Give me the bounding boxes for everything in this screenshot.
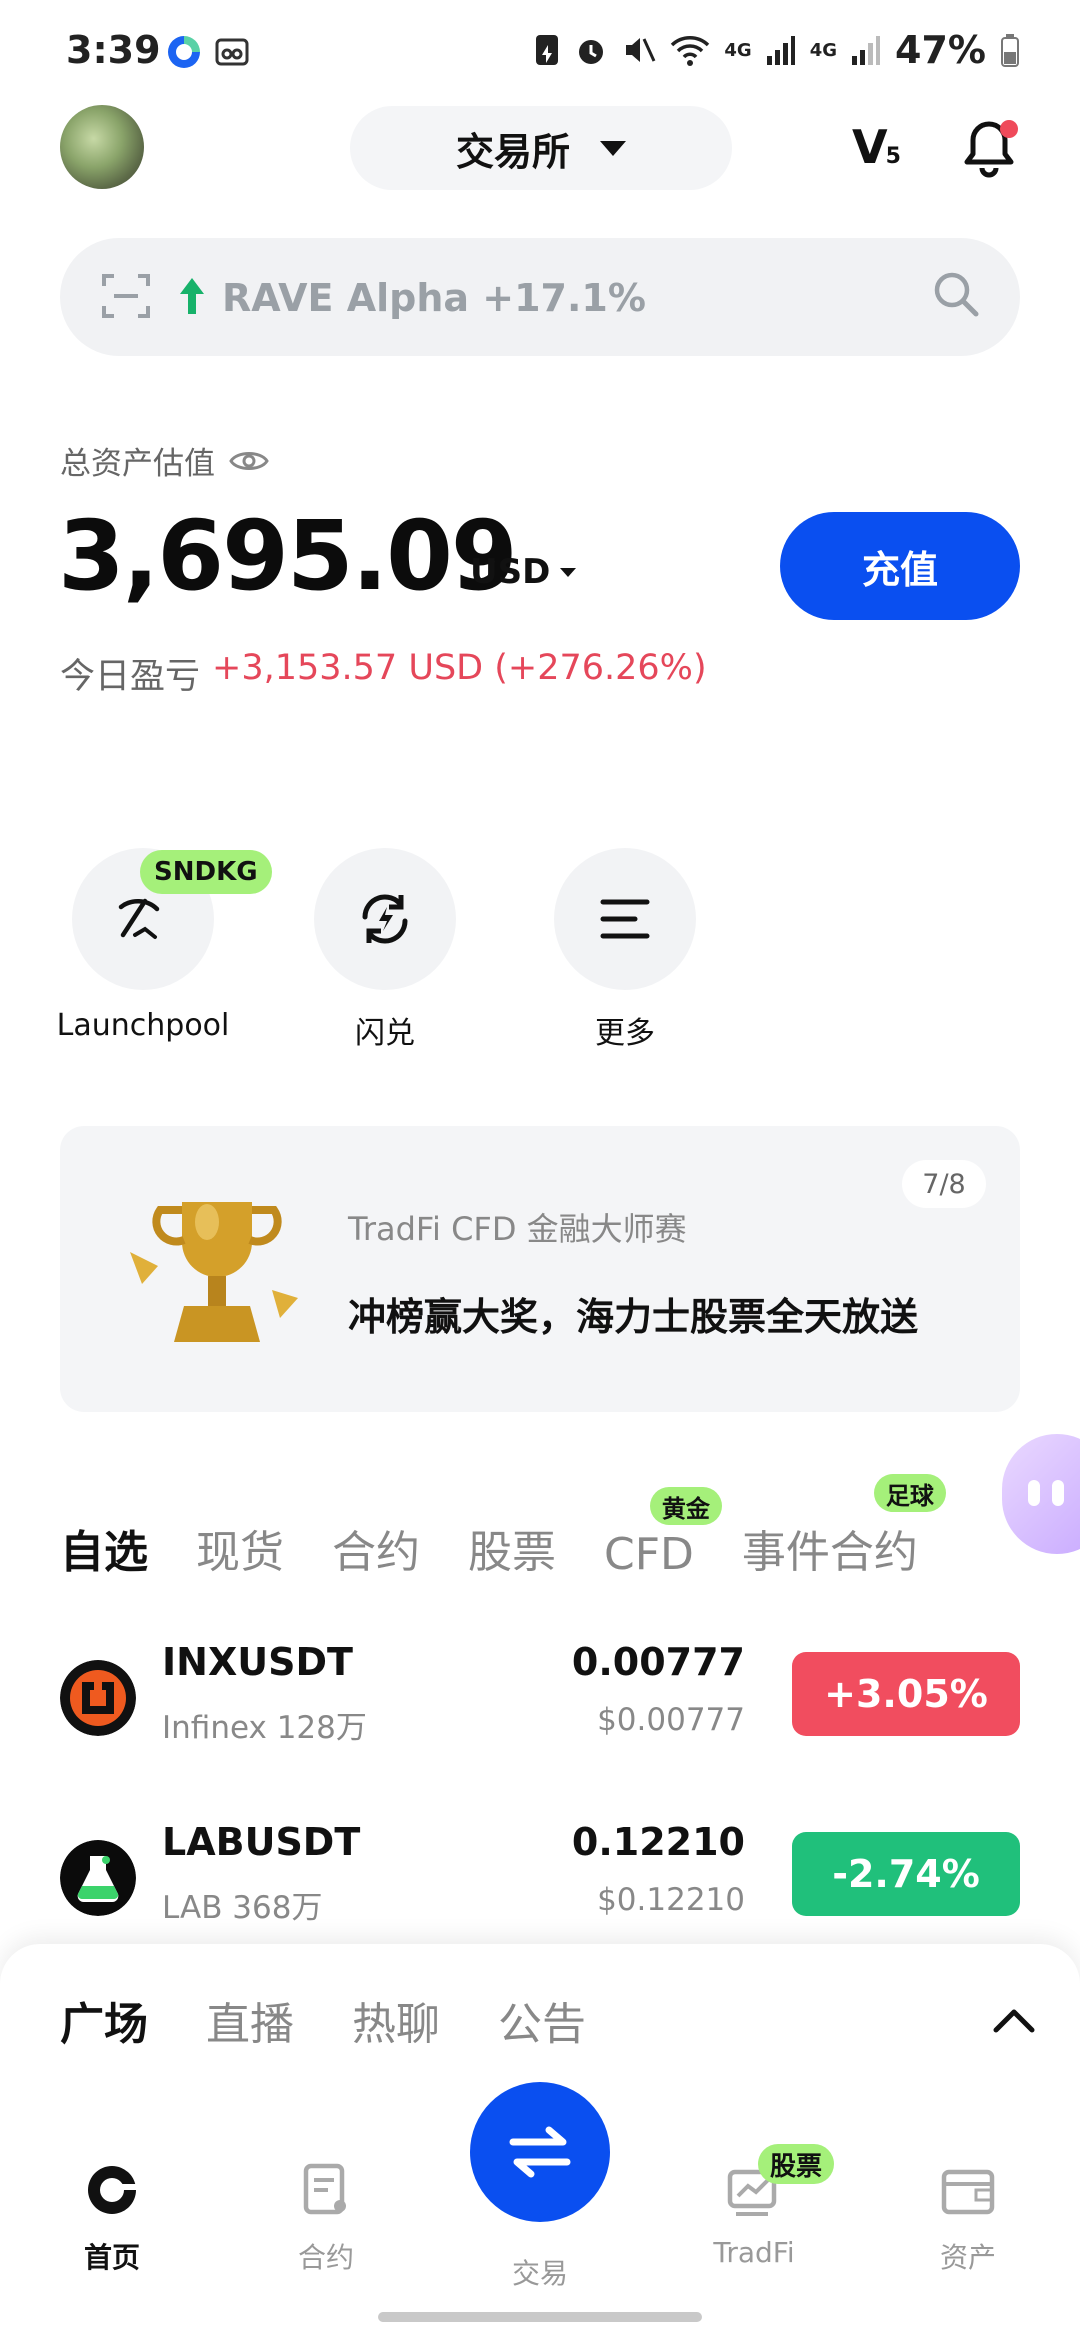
sheet-tabs: 广场 直播 热聊 公告 <box>60 1988 586 2052</box>
tradfi-badge: 股票 <box>758 2144 835 2184</box>
infinex-logo-icon <box>60 1660 136 1736</box>
tab-futures[interactable]: 合约 <box>332 1516 420 1580</box>
caret-down-icon <box>560 567 577 577</box>
quick-action-more[interactable]: 更多 <box>552 848 698 1052</box>
nav-home[interactable]: 首页 <box>32 2160 192 2276</box>
avatar[interactable] <box>60 105 144 189</box>
status-time: 3:39 <box>66 28 161 72</box>
home-indicator[interactable] <box>378 2312 702 2322</box>
sim-icon <box>536 35 559 65</box>
exchange-switcher[interactable]: 交易所 <box>350 106 732 190</box>
cast-icon <box>214 36 250 68</box>
coin-usd-price: $0.12210 <box>597 1882 745 1918</box>
lab-logo-icon <box>60 1840 136 1916</box>
market-row[interactable]: INXUSDT Infinex 128万 0.00777 $0.00777 +3… <box>60 1630 1020 1780</box>
document-chart-icon <box>303 2163 346 2215</box>
notification-dot <box>1000 120 1018 138</box>
banner-title: 冲榜赢大奖，海力士股票全天放送 <box>348 1295 919 1339</box>
coin-price: 0.12210 <box>571 1820 745 1864</box>
market-tabs: 自选 现货 合约 股票 CFD 黄金 事件合约 足球 <box>60 1474 946 1580</box>
tab-square[interactable]: 广场 <box>60 1988 148 2052</box>
assistant-bubble[interactable] <box>1002 1434 1080 1554</box>
convert-icon <box>362 894 408 944</box>
exchange-label: 交易所 <box>455 129 570 174</box>
pickaxe-icon <box>118 898 160 939</box>
mute-icon <box>626 38 656 62</box>
home-icon <box>88 2166 136 2214</box>
net-label-2: 4G <box>809 39 838 61</box>
tab-stocks[interactable]: 股票 <box>468 1516 556 1580</box>
nav-futures[interactable]: 合约 <box>246 2160 406 2276</box>
market-row[interactable]: LABUSDT LAB 368万 0.12210 $0.12210 -2.74% <box>60 1810 1020 1960</box>
search-hot-text[interactable]: RAVE Alpha +17.1% <box>222 276 646 320</box>
signal-icon-2 <box>852 36 881 65</box>
coin-volume: LAB 368万 <box>162 1890 323 1926</box>
trophy-icon <box>130 1202 298 1342</box>
tab-cfd[interactable]: CFD 黄金 <box>604 1487 722 1580</box>
coin-symbol: LABUSDT <box>162 1820 361 1864</box>
battery-icon <box>1001 34 1019 67</box>
tab-badge: 黄金 <box>649 1487 722 1525</box>
coin-symbol: INXUSDT <box>162 1640 353 1684</box>
net-label-1: 4G <box>724 39 752 61</box>
coin-usd-price: $0.00777 <box>597 1702 745 1738</box>
tab-live[interactable]: 直播 <box>206 1988 294 2052</box>
coin-price: 0.00777 <box>571 1640 745 1684</box>
nav-trade[interactable]: 交易 <box>460 2160 620 2292</box>
tab-announcements[interactable]: 公告 <box>498 1988 586 2052</box>
battery-percent: 47% <box>895 28 986 72</box>
caret-down-icon <box>600 140 626 156</box>
eye-icon[interactable] <box>229 447 269 475</box>
tab-hot-chat[interactable]: 热聊 <box>352 1988 440 2052</box>
app-status-icon <box>164 32 204 72</box>
daily-pnl: 今日盈亏 +3,153.57 USD (+276.26%) <box>60 648 707 697</box>
search-icon[interactable] <box>930 268 982 320</box>
tab-spot[interactable]: 现货 <box>196 1516 284 1580</box>
change-badge[interactable]: +3.05% <box>792 1652 1020 1736</box>
menu-icon <box>600 899 650 939</box>
change-badge[interactable]: -2.74% <box>792 1832 1020 1916</box>
tab-event-contracts[interactable]: 事件合约 足球 <box>742 1474 946 1580</box>
banner-subtitle: TradFi CFD 金融大师赛 <box>348 1210 687 1248</box>
vip-level-badge[interactable]: V5 <box>852 120 901 174</box>
wifi-icon <box>671 36 710 66</box>
bubble-eye-icon <box>1052 1480 1064 1506</box>
tab-favorites[interactable]: 自选 <box>60 1516 148 1580</box>
deposit-button[interactable]: 充值 <box>780 512 1020 620</box>
wallet-icon <box>941 2169 995 2215</box>
chevron-up-icon[interactable] <box>992 2004 1036 2034</box>
quick-action-convert[interactable]: 闪兑 <box>312 848 458 1052</box>
launchpool-badge: SNDKG <box>140 850 272 894</box>
alarm-icon <box>579 40 604 64</box>
coin-volume: Infinex 128万 <box>162 1710 367 1746</box>
total-assets-value: 3,695.09 <box>58 500 518 612</box>
bubble-eye-icon <box>1028 1480 1040 1506</box>
daily-pnl-value: +3,153.57 USD (+276.26%) <box>212 648 707 688</box>
nav-assets[interactable]: 资产 <box>888 2160 1048 2276</box>
tab-badge: 足球 <box>873 1474 946 1512</box>
trending-up-icon <box>180 278 204 314</box>
scan-icon[interactable] <box>100 270 152 322</box>
status-right: 4G 4G 47% <box>534 28 1020 72</box>
banner-page-counter: 7/8 <box>902 1160 986 1208</box>
total-assets-label: 总资产估值 <box>60 438 269 483</box>
currency-selector[interactable]: USD <box>470 552 577 592</box>
signal-icon <box>766 36 795 65</box>
